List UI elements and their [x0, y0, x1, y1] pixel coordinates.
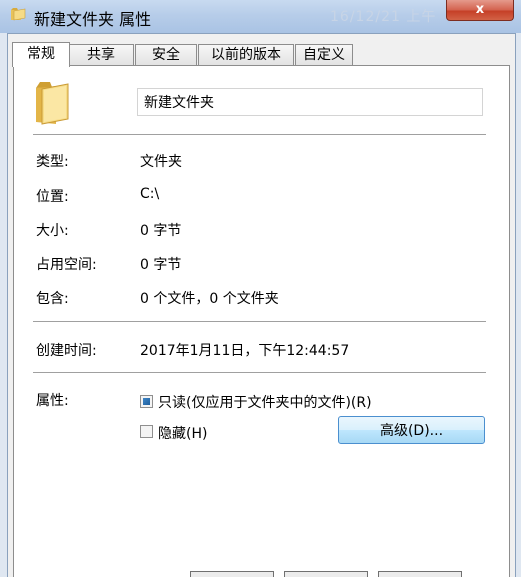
folder-name-input[interactable] — [137, 88, 483, 116]
contains-value: 0 个文件，0 个文件夹 — [140, 291, 279, 307]
readonly-checkbox[interactable] — [140, 395, 153, 408]
type-value: 文件夹 — [140, 154, 182, 170]
tab-general[interactable]: 常规 — [12, 42, 70, 67]
tab-sharing[interactable]: 共享 — [68, 44, 134, 65]
size-label: 大小: — [36, 223, 69, 239]
window-title: 新建文件夹 属性 — [34, 10, 152, 29]
separator — [33, 134, 486, 136]
tab-security[interactable]: 安全 — [135, 44, 197, 65]
background-clock-text: 16/12/21 上午 — [330, 9, 437, 25]
type-label: 类型: — [36, 154, 69, 170]
folder-icon — [36, 82, 69, 125]
location-label: 位置: — [36, 189, 69, 205]
dialog-buttons-partial — [190, 571, 510, 577]
contains-label: 包含: — [36, 291, 69, 307]
apply-button[interactable] — [378, 571, 462, 577]
tab-customize[interactable]: 自定义 — [295, 44, 353, 65]
title-bar[interactable]: 新建文件夹 属性 16/12/21 上午 x — [0, 0, 521, 33]
hidden-checkbox-label[interactable]: 隐藏(H) — [158, 423, 207, 443]
size-value: 0 字节 — [140, 223, 182, 239]
separator — [33, 372, 486, 374]
readonly-checkbox-label[interactable]: 只读(仅应用于文件夹中的文件)(R) — [158, 392, 372, 412]
created-value: 2017年1月11日，下午12:44:57 — [140, 343, 350, 359]
hidden-checkbox[interactable] — [140, 425, 153, 438]
advanced-button[interactable]: 高级(D)... — [338, 416, 485, 444]
size-on-disk-value: 0 字节 — [140, 257, 182, 273]
location-value: C:\ — [140, 186, 160, 202]
attributes-label: 属性: — [36, 393, 69, 409]
ok-button[interactable] — [190, 571, 274, 577]
size-on-disk-label: 占用空间: — [36, 257, 97, 273]
folder-icon — [11, 8, 26, 21]
tab-previous-versions[interactable]: 以前的版本 — [198, 44, 294, 65]
separator — [33, 321, 486, 323]
created-label: 创建时间: — [36, 343, 97, 359]
close-button[interactable]: x — [446, 0, 514, 21]
cancel-button[interactable] — [284, 571, 368, 577]
